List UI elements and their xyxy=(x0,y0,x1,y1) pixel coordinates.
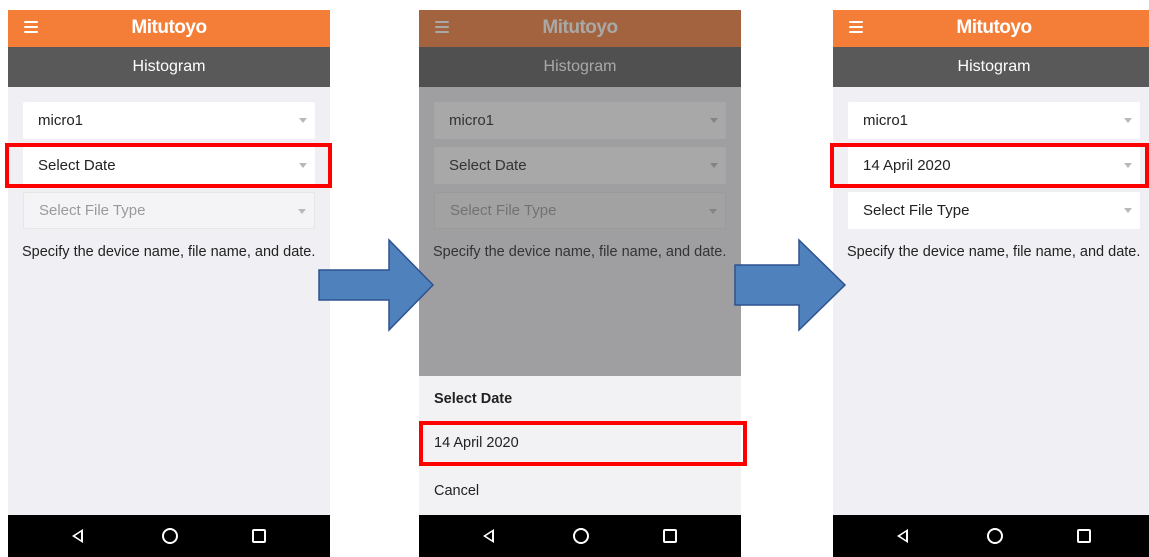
device-select-value: micro1 xyxy=(38,112,84,129)
android-nav-bar xyxy=(419,515,741,557)
arrow-right-icon xyxy=(734,238,847,332)
page-title: Histogram xyxy=(833,47,1149,87)
file-type-select[interactable]: Select File Type xyxy=(848,192,1140,229)
chevron-down-icon xyxy=(299,118,307,123)
date-picker-sheet: Select Date 14 April 2020 Cancel xyxy=(419,376,741,515)
nav-home-icon[interactable] xyxy=(573,528,589,544)
date-option[interactable]: 14 April 2020 xyxy=(434,435,519,451)
file-type-select-placeholder: Select File Type xyxy=(863,202,970,219)
brand-logo: Mitutoyo xyxy=(131,17,207,38)
device-select[interactable]: micro1 xyxy=(23,102,315,139)
chevron-down-icon xyxy=(299,163,307,168)
nav-back-icon[interactable] xyxy=(897,529,908,543)
android-nav-bar xyxy=(8,515,330,557)
brand-logo: Mitutoyo xyxy=(956,17,1032,38)
file-type-select-placeholder: Select File Type xyxy=(39,202,146,219)
nav-recent-icon[interactable] xyxy=(1077,529,1091,543)
date-select[interactable]: Select Date xyxy=(23,147,315,184)
phone-screen-step2: Mitutoyo Histogram micro1 Select Date Se… xyxy=(419,10,741,557)
sheet-title: Select Date xyxy=(434,391,513,407)
page-title: Histogram xyxy=(8,47,330,87)
phone-screen-step3: Mitutoyo Histogram micro1 14 April 2020 … xyxy=(833,10,1149,557)
cancel-button[interactable]: Cancel xyxy=(434,483,479,499)
chevron-down-icon xyxy=(1124,118,1132,123)
nav-home-icon[interactable] xyxy=(162,528,178,544)
chevron-down-icon xyxy=(1124,208,1132,213)
file-type-select: Select File Type xyxy=(23,192,315,229)
hint-text: Specify the device name, file name, and … xyxy=(22,244,316,260)
modal-scrim[interactable] xyxy=(419,10,741,376)
date-select[interactable]: 14 April 2020 xyxy=(848,147,1140,184)
date-select-value: 14 April 2020 xyxy=(863,157,951,174)
android-nav-bar xyxy=(833,515,1149,557)
chevron-down-icon xyxy=(1124,163,1132,168)
device-select[interactable]: micro1 xyxy=(848,102,1140,139)
app-bar: Mitutoyo xyxy=(8,10,330,47)
hint-text: Specify the device name, file name, and … xyxy=(847,244,1141,260)
nav-recent-icon[interactable] xyxy=(663,529,677,543)
phone-screen-step1: Mitutoyo Histogram micro1 Select Date Se… xyxy=(8,10,330,557)
nav-home-icon[interactable] xyxy=(987,528,1003,544)
chevron-down-icon xyxy=(298,209,306,214)
app-bar: Mitutoyo xyxy=(833,10,1149,47)
device-select-value: micro1 xyxy=(863,112,909,129)
arrow-right-icon xyxy=(318,238,435,332)
date-select-placeholder: Select Date xyxy=(38,157,116,174)
nav-back-icon[interactable] xyxy=(72,529,83,543)
nav-recent-icon[interactable] xyxy=(252,529,266,543)
nav-back-icon[interactable] xyxy=(483,529,494,543)
